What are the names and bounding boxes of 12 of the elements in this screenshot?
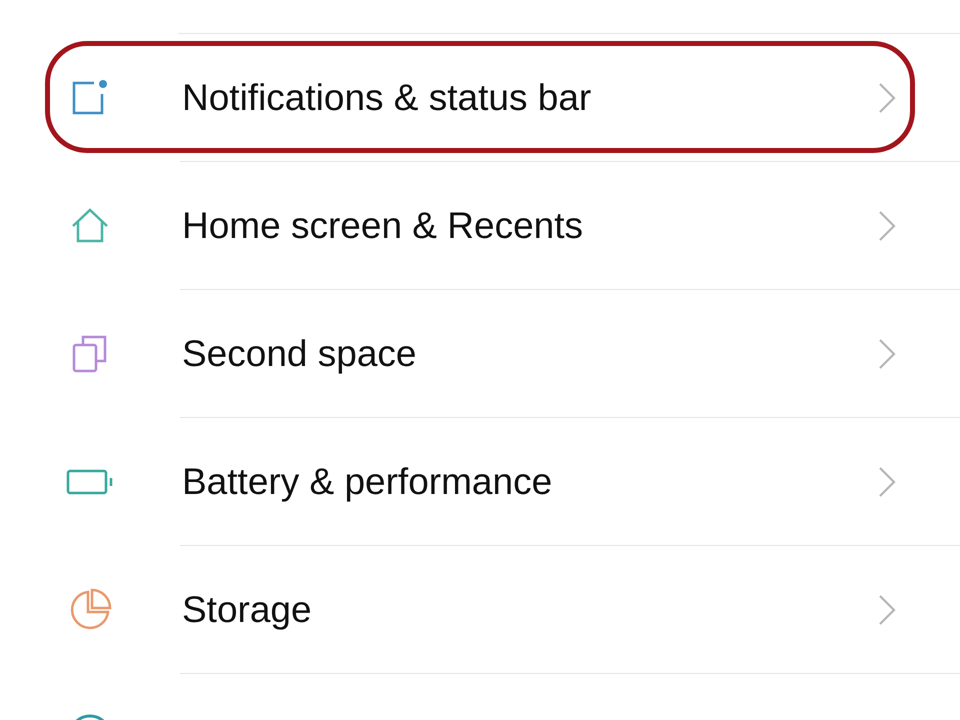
settings-item-label[interactable]: Storage — [182, 588, 878, 630]
settings-item-label[interactable]: Battery & performance — [182, 460, 878, 502]
chevron-right-icon — [878, 594, 896, 626]
settings-item-label[interactable]: Notifications & status bar — [182, 76, 878, 118]
settings-item-label[interactable]: Home screen & Recents — [182, 204, 878, 246]
chevron-right-icon — [878, 466, 896, 498]
battery-icon — [66, 467, 114, 497]
chevron-right-icon — [878, 338, 896, 370]
chevron-right-icon — [878, 82, 896, 114]
settings-item-label[interactable]: Second space — [182, 332, 878, 374]
chevron-right-icon — [878, 210, 896, 242]
pie-chart-icon — [68, 588, 112, 632]
